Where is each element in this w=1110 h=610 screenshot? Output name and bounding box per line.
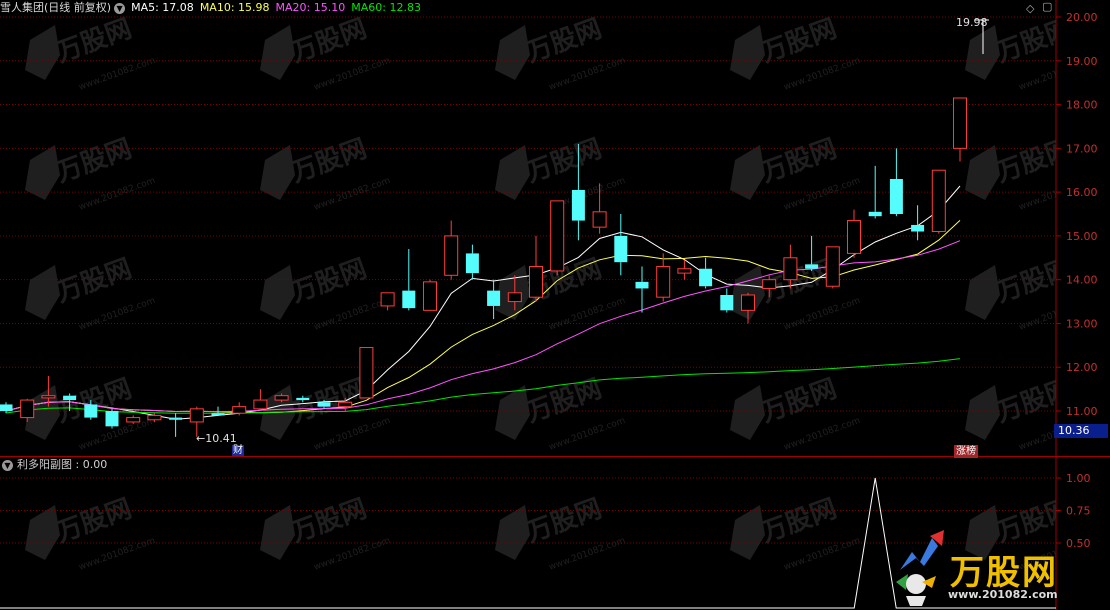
candle — [931, 169, 946, 234]
candle-body — [41, 395, 56, 399]
axis-label: 15.00 — [1066, 230, 1098, 243]
brand-logo: 万股网 — [950, 553, 1058, 593]
candle-body — [402, 290, 416, 309]
ma5-label: MA5: 17.08 — [131, 1, 194, 14]
chart-canvas[interactable]: 万股网 www.201082.com 20.00 19.00 18.00 17.00 1… — [0, 0, 1110, 610]
candle-body — [380, 292, 395, 307]
watermark-area — [0, 0, 1056, 456]
axis-label: 12.00 — [1066, 361, 1098, 374]
candle-body — [232, 406, 247, 414]
indicator-label: 利多阳副图 : 0.00 — [17, 458, 108, 471]
candle-body — [889, 178, 903, 215]
candle-body — [825, 246, 840, 287]
brand-url: www.201082.com — [948, 588, 1058, 601]
candle-body — [126, 417, 141, 423]
candle-body — [105, 411, 119, 427]
candle-body — [274, 395, 289, 401]
zhangbang-badge[interactable]: 涨榜 — [954, 445, 978, 458]
finance-marker[interactable]: 财 — [232, 445, 244, 456]
candle — [550, 200, 565, 276]
candle-body — [147, 414, 162, 421]
candle-body — [656, 266, 671, 298]
chevron-down-icon[interactable]: ▼ — [2, 459, 13, 471]
axis-label: 17.00 — [1066, 142, 1098, 155]
chevron-down-icon[interactable]: ▼ — [114, 2, 126, 14]
candle-body — [805, 264, 819, 269]
candle-body — [317, 402, 331, 407]
candle-body — [911, 224, 925, 232]
candle-body — [720, 295, 734, 311]
candle-body — [359, 347, 374, 399]
candle-body — [63, 395, 77, 401]
candle-body — [699, 268, 713, 287]
axis-label: 0.75 — [1066, 505, 1091, 518]
diamond-icon[interactable]: ◇ — [1026, 2, 1034, 15]
candle-body — [507, 292, 522, 303]
axis-label: 11.00 — [1066, 405, 1098, 418]
brand-logo-icon — [896, 530, 944, 606]
candle — [105, 408, 119, 429]
price-axis: 20.00 19.00 18.00 17.00 16.00 15.00 14.00 13.00… — [1056, 11, 1098, 418]
candle-body — [465, 253, 479, 274]
candle-body — [169, 417, 183, 420]
indicator-header: ▼ 利多阳副图 : 0.00 — [0, 458, 107, 472]
candle-body — [189, 408, 204, 423]
axis-label: 13.00 — [1066, 317, 1098, 330]
candle-body — [741, 294, 755, 311]
low-label: ←10.41 — [196, 432, 237, 445]
candle-body — [847, 220, 861, 254]
candle-body — [571, 189, 585, 221]
axis-label: 18.00 — [1066, 99, 1098, 112]
candle-body — [868, 211, 882, 217]
candle — [359, 347, 374, 399]
candle-body — [931, 169, 946, 233]
candle-body — [635, 281, 649, 289]
candle-body — [211, 413, 225, 416]
axis-label: 20.00 — [1066, 11, 1098, 24]
candle-body — [550, 200, 565, 272]
candle-body — [296, 397, 310, 401]
sub-axis: 1.00 0.75 0.50 — [1056, 472, 1091, 550]
candle-body — [253, 399, 268, 410]
candle — [423, 279, 437, 311]
candle-body — [444, 235, 459, 276]
candle-body — [762, 279, 777, 289]
chart-header: 雪人集团(日线 前复权) ▼ MA5: 17.08 MA10: 15.98 MA20: … — [0, 0, 427, 16]
window-toggle-icon[interactable]: ▢ — [1042, 0, 1052, 13]
candle-body — [84, 404, 98, 418]
axis-label: 14.00 — [1066, 274, 1098, 287]
candle — [825, 246, 840, 289]
ma20-label: MA20: 15.10 — [275, 1, 346, 14]
candle-body — [0, 404, 13, 412]
candle-body — [677, 268, 692, 274]
title[interactable]: 雪人集团(日线 前复权) — [0, 1, 111, 14]
current-price-tag: 10.36 — [1054, 424, 1108, 438]
candle-body — [487, 290, 501, 306]
ma10-label: MA10: 15.98 — [199, 1, 270, 14]
candle-body — [592, 211, 607, 228]
candle-body — [529, 266, 543, 298]
candle-body — [953, 97, 967, 149]
axis-label: 16.00 — [1066, 186, 1098, 199]
candle-body — [783, 257, 798, 281]
candle-body — [614, 235, 628, 263]
ma60-label: MA60: 12.83 — [351, 1, 421, 14]
candle-body — [423, 281, 437, 311]
axis-label: 1.00 — [1066, 472, 1091, 485]
candle-body — [338, 401, 353, 408]
candle-body — [20, 399, 35, 419]
axis-label: 0.50 — [1066, 537, 1091, 550]
axis-label: 19.00 — [1066, 55, 1098, 68]
high-label: 19.98 — [956, 16, 988, 29]
